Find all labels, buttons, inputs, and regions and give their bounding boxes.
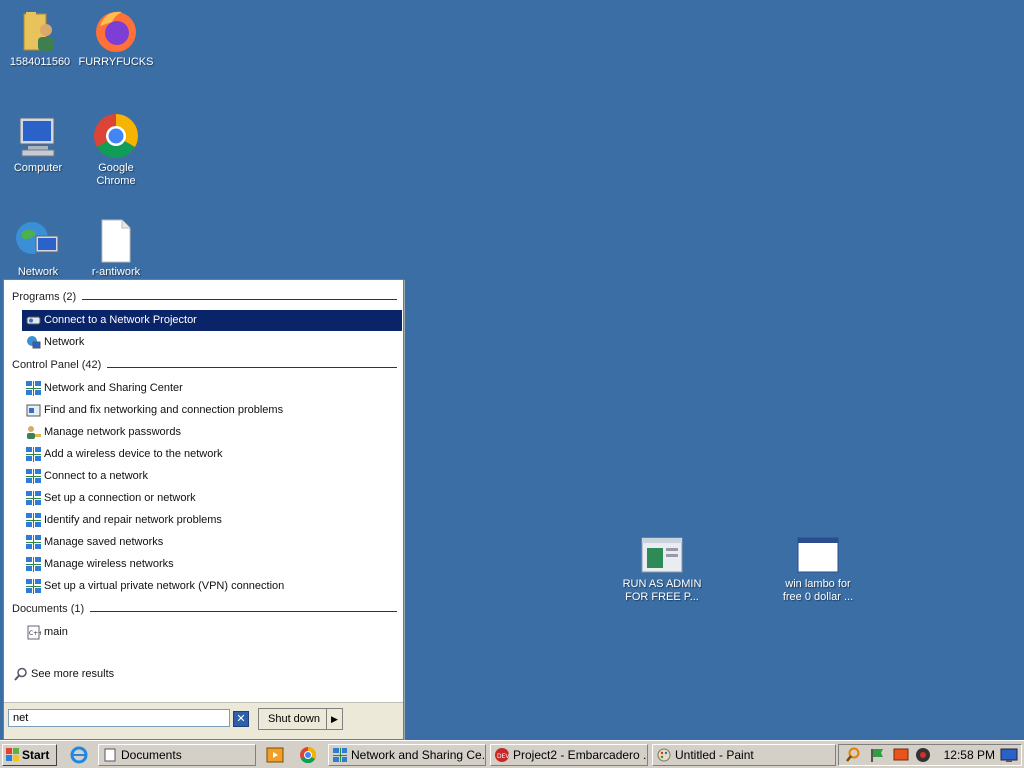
computer-icon xyxy=(14,112,62,160)
desktop-icon-label: Computer xyxy=(13,162,63,174)
result-add-wireless-device[interactable]: Add a wireless device to the network xyxy=(22,444,402,465)
volume-icon[interactable] xyxy=(915,747,931,766)
close-icon: ✕ xyxy=(236,713,246,725)
result-manage-saved-networks[interactable]: Manage saved networks xyxy=(22,532,402,553)
folder-user-icon xyxy=(16,6,64,54)
clear-search-button[interactable]: ✕ xyxy=(233,711,249,727)
network-grid-icon xyxy=(26,535,41,550)
desktop-icon-label: FURRYFUCKS xyxy=(78,56,154,68)
result-connect-to-network[interactable]: Connect to a network xyxy=(22,466,402,487)
network-grid-icon xyxy=(26,381,41,396)
quicklaunch-ie[interactable] xyxy=(70,746,88,764)
result-manage-network-passwords[interactable]: Manage network passwords xyxy=(22,422,402,443)
chrome-icon xyxy=(299,746,317,767)
monitor-tray-icon[interactable] xyxy=(893,747,909,766)
result-network-sharing-center[interactable]: Network and Sharing Center xyxy=(22,378,402,399)
network-globe-icon xyxy=(14,216,62,264)
document-icon xyxy=(103,748,117,762)
desktop-icon-label: win lambo for free 0 dollar ... xyxy=(782,578,854,603)
flag-icon[interactable] xyxy=(869,747,885,766)
desktop-icon-label: RUN AS ADMIN FOR FREE P... xyxy=(622,578,702,603)
network-grid-icon xyxy=(26,491,41,506)
group-header-documents: Documents (1) xyxy=(12,603,397,619)
network-icon xyxy=(26,335,41,350)
users-key-icon xyxy=(26,425,41,440)
shutdown-options-arrow[interactable]: ▶ xyxy=(326,709,342,729)
blank-window-icon xyxy=(794,534,842,576)
magnifier-icon xyxy=(13,667,28,682)
firefox-icon xyxy=(92,6,140,54)
svg-text:C++: C++ xyxy=(29,630,41,637)
start-menu-bottom-bar: ✕ Shut down ▶ xyxy=(4,702,403,739)
taskbar-button-network-sharing[interactable]: Network and Sharing Ce... xyxy=(328,744,486,766)
start-menu: Programs (2) Connect to a Network Projec… xyxy=(3,279,404,740)
desktop-icon-label: Network xyxy=(17,266,59,278)
windows-logo-icon xyxy=(6,748,20,762)
network-grid-icon xyxy=(26,469,41,484)
desktop-icon-firefox[interactable]: FURRYFUCKS xyxy=(78,6,154,69)
taskbar-button-embarcadero[interactable]: DEV Project2 - Embarcadero ... xyxy=(490,744,648,766)
desktop-icon-label: 1584011560 xyxy=(9,56,71,68)
quicklaunch-media[interactable] xyxy=(266,746,284,764)
taskbar-button-documents[interactable]: Documents xyxy=(98,744,256,766)
search-tray-icon[interactable] xyxy=(845,747,861,766)
start-button[interactable]: Start xyxy=(2,744,57,766)
network-grid-icon xyxy=(26,513,41,528)
quicklaunch-chrome[interactable] xyxy=(299,746,317,764)
network-grid-icon xyxy=(26,557,41,572)
internet-explorer-icon xyxy=(70,746,88,767)
result-setup-connection[interactable]: Set up a connection or network xyxy=(22,488,402,509)
system-tray: 12:58 PM xyxy=(838,744,1022,766)
desktop-icon-label: r-antiwork xyxy=(91,266,141,278)
network-grid-icon xyxy=(26,447,41,462)
result-setup-vpn[interactable]: Set up a virtual private network (VPN) c… xyxy=(22,576,402,597)
network-grid-icon xyxy=(333,748,347,762)
show-desktop-icon[interactable] xyxy=(1000,747,1018,766)
result-find-fix-networking[interactable]: Find and fix networking and connection p… xyxy=(22,400,402,421)
group-header-control-panel: Control Panel (42) xyxy=(12,359,397,375)
media-player-icon xyxy=(266,747,284,767)
desktop-icon-file[interactable]: r-antiwork xyxy=(78,216,154,279)
result-identify-repair[interactable]: Identify and repair network problems xyxy=(22,510,402,531)
chrome-icon xyxy=(92,112,140,160)
embarcadero-icon: DEV xyxy=(495,748,510,762)
see-more-results[interactable]: See more results xyxy=(9,664,389,685)
desktop-icon-chrome[interactable]: Google Chrome xyxy=(78,112,154,188)
network-grid-icon xyxy=(26,579,41,594)
desktop-icon-network[interactable]: Network xyxy=(0,216,76,279)
taskbar: Start Documents Network and Sharing Ce..… xyxy=(0,740,1024,768)
paint-palette-icon xyxy=(657,748,671,762)
desktop-icon-user-folder[interactable]: 1584011560 xyxy=(2,6,78,69)
shutdown-button[interactable]: Shut down ▶ xyxy=(258,708,343,730)
chevron-right-icon: ▶ xyxy=(331,714,338,724)
cpp-file-icon: C++ xyxy=(26,625,43,640)
troubleshoot-icon xyxy=(26,403,41,418)
clock[interactable]: 12:58 PM xyxy=(944,745,995,765)
document-icon xyxy=(92,216,140,264)
app-window-icon xyxy=(638,534,686,576)
desktop-icon-label: Google Chrome xyxy=(96,162,136,187)
result-network[interactable]: Network xyxy=(22,332,402,353)
group-header-programs: Programs (2) xyxy=(12,291,397,307)
taskbar-button-paint[interactable]: Untitled - Paint xyxy=(652,744,836,766)
result-manage-wireless-networks[interactable]: Manage wireless networks xyxy=(22,554,402,575)
desktop-icon-computer[interactable]: Computer xyxy=(0,112,76,175)
result-document-main[interactable]: C++ main xyxy=(22,622,402,643)
projector-icon xyxy=(26,313,41,328)
result-connect-network-projector[interactable]: Connect to a Network Projector xyxy=(22,310,402,331)
desktop-icon-win-lambo[interactable]: win lambo for free 0 dollar ... xyxy=(776,534,860,604)
svg-text:DEV: DEV xyxy=(497,753,509,760)
search-input[interactable] xyxy=(8,709,230,727)
desktop-icon-run-as-admin[interactable]: RUN AS ADMIN FOR FREE P... xyxy=(620,534,704,604)
